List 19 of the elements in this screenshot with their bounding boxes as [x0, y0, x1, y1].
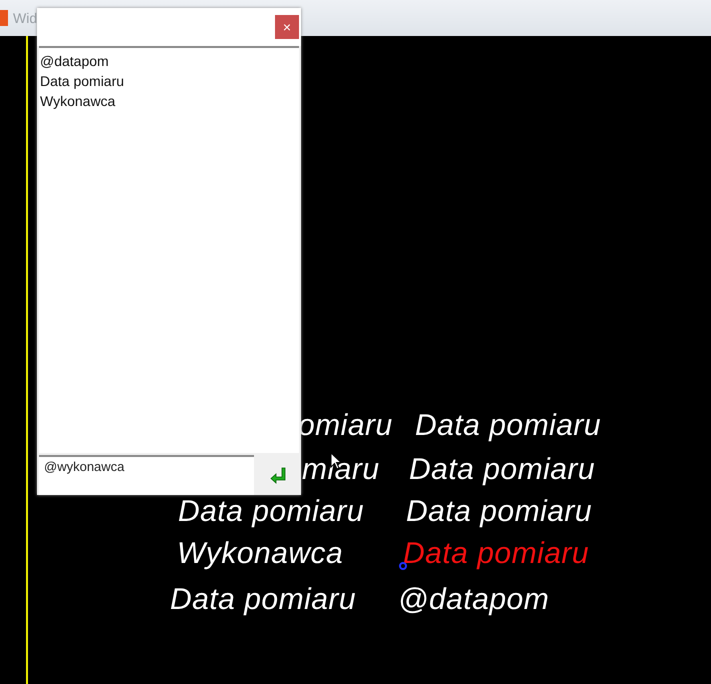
app-icon	[0, 10, 8, 26]
canvas-text[interactable]: Data pomiaru	[406, 494, 592, 530]
canvas-text[interactable]: @datapom	[398, 582, 550, 618]
canvas-text[interactable]: Data pomiaru	[415, 408, 602, 444]
list-item[interactable]: @datapom	[40, 51, 298, 71]
close-button[interactable]: ×	[275, 15, 299, 39]
grip-handle[interactable]	[399, 562, 407, 570]
enter-icon	[268, 466, 286, 484]
input-field[interactable]: @wykonawca	[39, 455, 254, 495]
window-title: Wid	[13, 10, 38, 26]
canvas-text[interactable]: omiaru	[298, 408, 393, 444]
canvas-text[interactable]: Data pomiaru	[409, 452, 596, 488]
list-item[interactable]: Wykonawca	[40, 91, 298, 111]
canvas-text[interactable]: Data pomiaru	[178, 494, 364, 530]
canvas-text[interactable]: Wykonawca	[177, 536, 344, 572]
list-item[interactable]: Data pomiaru	[40, 71, 298, 91]
canvas-text[interactable]: Data pomiaru	[403, 536, 590, 572]
canvas-text[interactable]: Data pomiaru	[170, 582, 356, 618]
canvas-text[interactable]: miaru	[302, 452, 380, 488]
